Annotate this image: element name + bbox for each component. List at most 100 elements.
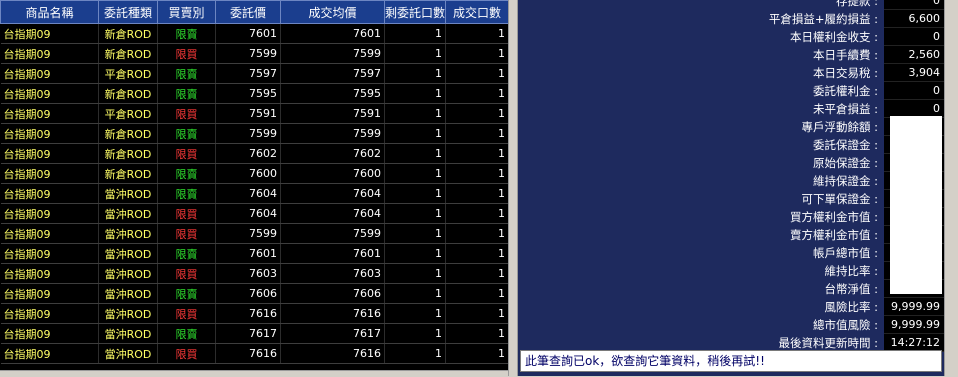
col-header-side[interactable]: 買賣別 [157, 0, 216, 24]
table-row[interactable]: 台指期09 當沖ROD 限賣 7606 7606 1 1 [0, 283, 508, 304]
account-row-label: 未平倉損益 : [812, 102, 878, 116]
cell-fill-qty: 1 [445, 43, 508, 64]
cell-avg-fill-price: 7602 [280, 143, 385, 164]
account-row-label: 存提款 : [835, 0, 878, 8]
table-row[interactable]: 台指期09 新倉ROD 限賣 7599 7599 1 1 [0, 123, 508, 144]
account-row-label: 委託保證金 : [812, 138, 878, 152]
cell-order-type: 新倉ROD [98, 123, 158, 144]
cell-product: 台指期09 [0, 183, 99, 204]
table-row[interactable]: 台指期09 當沖ROD 限買 7616 7616 1 1 [0, 303, 508, 324]
cell-order-type: 新倉ROD [98, 83, 158, 104]
cell-order-type: 當沖ROD [98, 303, 158, 324]
cell-fill-qty: 1 [445, 143, 508, 164]
cell-avg-fill-price: 7606 [280, 283, 385, 304]
cell-fill-qty: 1 [445, 183, 508, 204]
cell-order-qty: 1 [384, 23, 446, 44]
account-row-label: 本日手續費 : [812, 48, 878, 62]
status-message: 此筆查詢已ok，欲查詢它筆資料，稍後再試!! [520, 350, 942, 372]
account-summary-panel: 存提款 : 0 平倉損益+履約損益 : 6,600 本日權利金收支 : 0 本日手續費 : 2… [518, 0, 944, 376]
account-row-label: 平倉損益+履約損益 : [768, 12, 878, 26]
col-header-avg-fill-price[interactable]: 成交均價 [280, 0, 385, 24]
account-row: 帳戶總市值 : [518, 244, 944, 262]
account-row-value: 9,999.99 [884, 316, 944, 334]
account-row: 維持保證金 : [518, 172, 944, 190]
splitter-handle[interactable] [508, 0, 518, 376]
account-row-label: 總市值風險 : [812, 318, 878, 332]
cell-order-qty: 1 [384, 123, 446, 144]
cell-avg-fill-price: 7601 [280, 243, 385, 264]
cell-product: 台指期09 [0, 343, 99, 364]
cell-order-type: 當沖ROD [98, 183, 158, 204]
col-header-order-price[interactable]: 委託價 [215, 0, 281, 24]
table-row[interactable]: 台指期09 當沖ROD 限賣 7601 7601 1 1 [0, 243, 508, 264]
cell-product: 台指期09 [0, 43, 99, 64]
account-row: 平倉損益+履約損益 : 6,600 [518, 10, 944, 28]
cell-fill-qty: 1 [445, 283, 508, 304]
cell-order-price: 7603 [215, 263, 281, 284]
account-row: 本日手續費 : 2,560 [518, 46, 944, 64]
cell-fill-qty: 1 [445, 243, 508, 264]
table-row[interactable]: 台指期09 新倉ROD 限買 7599 7599 1 1 [0, 43, 508, 64]
cell-side: 限賣 [157, 123, 216, 144]
cell-avg-fill-price: 7595 [280, 83, 385, 104]
table-row[interactable]: 台指期09 平倉ROD 限賣 7597 7597 1 1 [0, 63, 508, 84]
cell-product: 台指期09 [0, 163, 99, 184]
cell-product: 台指期09 [0, 203, 99, 224]
account-row-label: 委託權利金 : [812, 84, 878, 98]
cell-side: 限買 [157, 263, 216, 284]
table-row[interactable]: 台指期09 新倉ROD 限賣 7595 7595 1 1 [0, 83, 508, 104]
cell-order-qty: 1 [384, 303, 446, 324]
account-row-label: 可下單保證金 : [801, 192, 878, 206]
account-row: 未平倉損益 :0 [518, 100, 944, 118]
cell-order-qty: 1 [384, 83, 446, 104]
table-row[interactable]: 台指期09 當沖ROD 限買 7604 7604 1 1 [0, 203, 508, 224]
cell-avg-fill-price: 7616 [280, 303, 385, 324]
cell-order-price: 7600 [215, 163, 281, 184]
account-row: 本日權利金收支 : 0 [518, 28, 944, 46]
account-row-value: 6,600 [884, 10, 944, 28]
col-header-order-type[interactable]: 委託種類 [98, 0, 158, 24]
account-row-value: 9,999.99 [884, 298, 944, 316]
account-row-label: 本日權利金收支 : [789, 30, 878, 44]
account-row-value: 0 [884, 82, 944, 100]
vertical-scrollbar[interactable] [944, 0, 958, 376]
cell-side: 限賣 [157, 243, 216, 264]
table-row[interactable]: 台指期09 新倉ROD 限賣 7600 7600 1 1 [0, 163, 508, 184]
table-row[interactable]: 台指期09 當沖ROD 限買 7616 7616 1 1 [0, 343, 508, 364]
table-row[interactable]: 台指期09 當沖ROD 限賣 7617 7617 1 1 [0, 323, 508, 344]
col-header-product[interactable]: 商品名稱 [0, 0, 99, 24]
account-row-value: 0 [884, 28, 944, 46]
cell-order-qty: 1 [384, 143, 446, 164]
table-row[interactable]: 台指期09 新倉ROD 限賣 7601 7601 1 1 [0, 23, 508, 44]
cell-order-type: 平倉ROD [98, 63, 158, 84]
order-table-panel: 商品名稱 委託種類 買賣別 委託價 成交均價 剩委託口數 成交口數 台指期09 新… [0, 0, 508, 370]
cell-order-qty: 1 [384, 323, 446, 344]
cell-order-qty: 1 [384, 103, 446, 124]
table-row[interactable]: 台指期09 新倉ROD 限買 7602 7602 1 1 [0, 143, 508, 164]
cell-side: 限賣 [157, 183, 216, 204]
col-header-order-qty[interactable]: 剩委託口數 [384, 0, 446, 24]
cell-side: 限賣 [157, 63, 216, 84]
cell-order-price: 7599 [215, 123, 281, 144]
table-row[interactable]: 台指期09 當沖ROD 限買 7599 7599 1 1 [0, 223, 508, 244]
order-table: 商品名稱 委託種類 買賣別 委託價 成交均價 剩委託口數 成交口數 台指期09 新… [0, 0, 508, 364]
cell-avg-fill-price: 7600 [280, 163, 385, 184]
account-row: 存提款 : 0 [518, 0, 944, 10]
account-row-label: 專戶浮動餘額 : [801, 120, 878, 134]
cell-order-type: 當沖ROD [98, 263, 158, 284]
cell-fill-qty: 1 [445, 23, 508, 44]
cell-product: 台指期09 [0, 283, 99, 304]
account-row-label: 原始保證金 : [812, 156, 878, 170]
cell-side: 限賣 [157, 23, 216, 44]
col-header-fill-qty[interactable]: 成交口數 [445, 0, 508, 24]
cell-avg-fill-price: 7604 [280, 183, 385, 204]
table-row[interactable]: 台指期09 當沖ROD 限賣 7604 7604 1 1 [0, 183, 508, 204]
cell-order-qty: 1 [384, 263, 446, 284]
table-row[interactable]: 台指期09 平倉ROD 限買 7591 7591 1 1 [0, 103, 508, 124]
cell-order-qty: 1 [384, 283, 446, 304]
cell-order-price: 7599 [215, 43, 281, 64]
table-row[interactable]: 台指期09 當沖ROD 限買 7603 7603 1 1 [0, 263, 508, 284]
account-row-value: 2,560 [884, 46, 944, 64]
cell-fill-qty: 1 [445, 323, 508, 344]
cell-product: 台指期09 [0, 143, 99, 164]
